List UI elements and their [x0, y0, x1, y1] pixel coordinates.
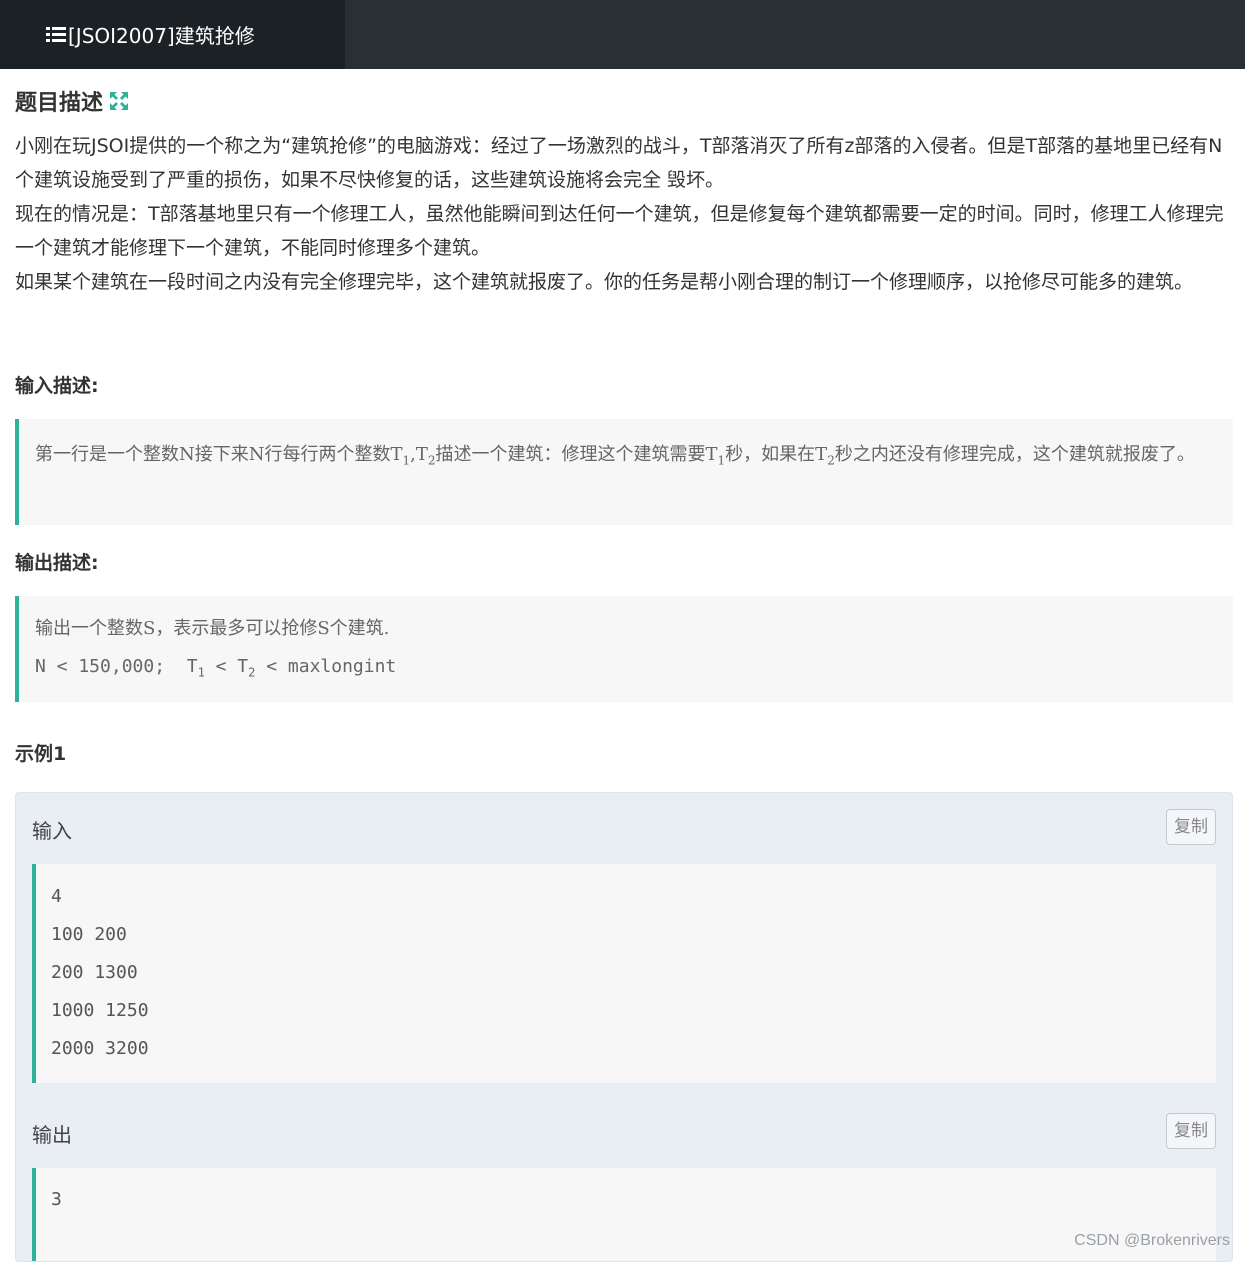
subscript: 1	[197, 665, 205, 680]
problem-title: 题目描述	[15, 87, 1233, 116]
copy-input-button[interactable]: 复制	[1166, 809, 1216, 845]
input-description-block: 第一行是一个整数N接下来N行每行两个整数T1,T2描述一个建筑：修理这个建筑需要…	[15, 419, 1233, 525]
code-line: 2000 3200	[51, 1038, 149, 1059]
description-paragraph: 现在的情况是：T部落基地里只有一个修理工人，虽然他能瞬间到达任何一个建筑，但是修…	[15, 203, 1224, 259]
problem-title-text: 题目描述	[15, 91, 104, 116]
problem-tab[interactable]: [JSOI2007]建筑抢修	[0, 0, 345, 69]
problem-description: 小刚在玩JSOI提供的一个称之为“建筑抢修”的电脑游戏：经过了一场激烈的战斗，T…	[15, 129, 1233, 299]
input-text: 第一行是一个整数N接下来N行每行两个整数T	[35, 444, 403, 465]
example-input-label: 输入	[32, 819, 72, 843]
code-line: 200 1300	[51, 962, 138, 983]
problem-tab-title: [JSOI2007]建筑抢修	[68, 24, 255, 48]
code-line: 1000 1250	[51, 1000, 149, 1021]
input-text: 秒，如果在T	[725, 444, 828, 465]
subscript: 1	[402, 453, 411, 468]
copy-output-button[interactable]: 复制	[1166, 1113, 1216, 1149]
output-description-block: 输出一个整数S，表示最多可以抢修S个建筑. N < 150,000; T1 < …	[15, 596, 1233, 702]
input-text: 描述一个建筑：修理这个建筑需要T	[435, 444, 718, 465]
example-output-label: 输出	[32, 1123, 72, 1147]
description-paragraph: 如果某个建筑在一段时间之内没有完全修理完毕，这个建筑就报废了。你的任务是帮小刚合…	[15, 271, 1194, 293]
output-line: 输出一个整数S，表示最多可以抢修S个建筑.	[35, 618, 390, 639]
constraint-text: N < 150,000; T	[35, 656, 198, 677]
top-bar: [JSOI2007]建筑抢修	[0, 0, 1245, 69]
description-paragraph: 小刚在玩JSOI提供的一个称之为“建筑抢修”的电脑游戏：经过了一场激烈的战斗，T…	[15, 135, 1223, 191]
output-description-title: 输出描述:	[15, 552, 99, 574]
constraint-text: < T	[204, 656, 249, 677]
input-text: ,T	[410, 444, 428, 465]
example-input-code[interactable]: 4 100 200 200 1300 1000 1250 2000 3200	[32, 864, 1216, 1083]
subscript: 2	[827, 453, 835, 468]
problem-content: 题目描述 小刚在玩JSOI提供的一个称之为“建筑抢修”的电脑游戏：经过了一场激烈…	[15, 69, 1233, 1262]
expand-icon[interactable]	[109, 91, 129, 111]
example-output-code[interactable]: 3	[32, 1168, 1216, 1261]
code-line: 100 200	[51, 924, 127, 945]
input-description-title: 输入描述:	[15, 375, 99, 397]
subscript: 2	[427, 453, 436, 468]
code-line: 4	[51, 886, 62, 907]
watermark: CSDN @Brokenrivers	[1074, 1232, 1230, 1249]
output-constraint-line: N < 150,000; T1 < T2 < maxlongint	[35, 648, 1215, 686]
example-box: 输入 复制 4 100 200 200 1300 1000 1250 2000 …	[15, 792, 1233, 1262]
constraint-text: < maxlongint	[255, 656, 397, 677]
input-text: 秒之内还没有修理完成，这个建筑就报废了。	[834, 444, 1195, 465]
example-title: 示例1	[15, 743, 67, 765]
code-line: 3	[51, 1189, 62, 1210]
list-icon	[46, 26, 66, 43]
